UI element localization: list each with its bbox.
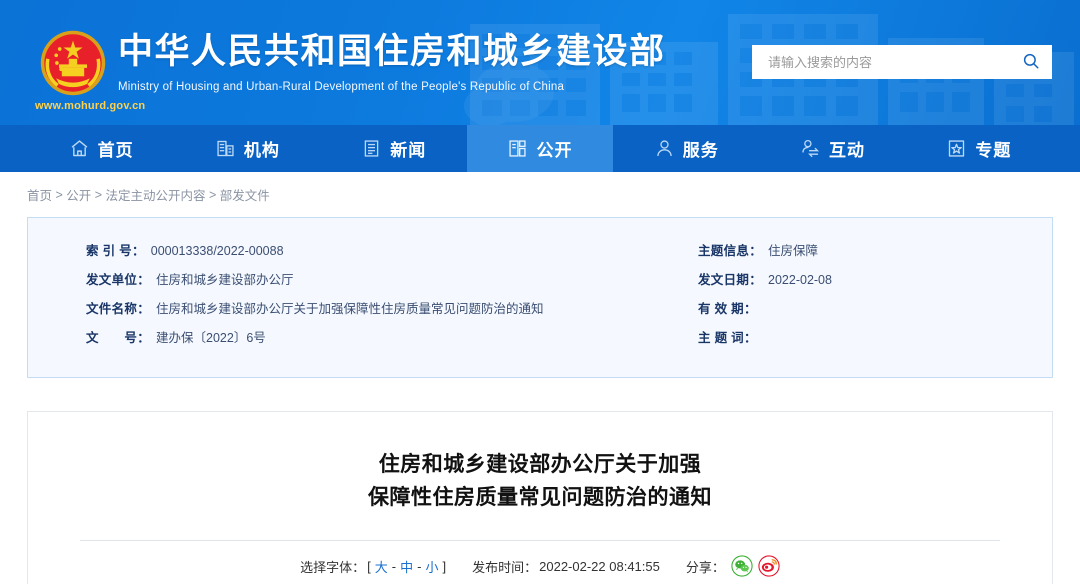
site-brand: 中华人民共和国住房和城乡建设部 Ministry of Housing and … [118,30,666,96]
page-title-line-1: 住房和城乡建设部办公厅关于加强 [28,448,1052,481]
weibo-share-icon[interactable] [758,555,780,577]
breadcrumb-item-3[interactable]: 部发文件 [220,185,270,204]
nav-item-news[interactable]: 新闻 [321,125,467,172]
meta-row: 文件名称： 住房和城乡建设部办公厅关于加强保障性住房质量常见问题防治的通知 [86,298,698,327]
font-size-large-link[interactable]: 大 [373,557,390,576]
site-title-cn: 中华人民共和国住房和城乡建设部 [118,30,666,74]
search-icon [1022,52,1040,73]
nav-label: 新闻 [390,136,426,161]
font-size-dash: - [417,559,421,574]
meta-value-file-name: 住房和城乡建设部办公厅关于加强保障性住房质量常见问题防治的通知 [156,298,544,317]
meta-row: 索 引 号： 000013338/2022-00088 [86,240,698,269]
meta-row: 主题信息： 住房保障 [698,240,1010,269]
site-title-en: Ministry of Housing and Urban-Rural Deve… [118,78,666,96]
site-header-banner: 中华人民共和国住房和城乡建设部 Ministry of Housing and … [0,0,1080,125]
news-icon [361,138,382,159]
breadcrumb-separator: > [91,188,105,202]
meta-value-issuing-unit: 住房和城乡建设部办公厅 [156,269,294,288]
nav-item-organization[interactable]: 机构 [174,125,320,172]
nav-label: 机构 [244,136,280,161]
meta-label-issuing-unit: 发文单位： [86,269,150,288]
breadcrumb-item-2[interactable]: 法定主动公开内容 [106,185,206,204]
meta-row: 主 题 词： [698,327,1010,356]
meta-value-topic-info: 住房保障 [768,240,818,259]
person-service-icon [654,138,675,159]
bracket-close: ] [443,559,447,574]
search-box[interactable] [752,45,1052,79]
nav-label: 首页 [98,136,134,161]
meta-label-topic-info: 主题信息： [698,240,762,259]
meta-row: 发文日期： 2022-02-08 [698,269,1010,298]
home-icon [69,138,90,159]
page-title-line-2: 保障性住房质量常见问题防治的通知 [28,481,1052,514]
main-navigation: 首页 机构 新闻 [0,125,1080,172]
building-icon [215,138,236,159]
meta-value-issue-date: 2022-02-08 [768,273,832,287]
document-metadata-card: 索 引 号： 000013338/2022-00088 主题信息： 住房保障 发… [27,217,1053,378]
nav-label: 服务 [683,136,719,161]
font-size-label: 选择字体： [300,557,365,576]
share-block: 分享： [686,555,780,577]
breadcrumb-item-0[interactable]: 首页 [27,185,52,204]
font-size-medium-link[interactable]: 中 [398,557,415,576]
meta-row: 有 效 期： [698,298,1010,327]
breadcrumb-item-1[interactable]: 公开 [66,185,91,204]
national-emblem-icon [38,28,108,98]
interaction-icon [800,138,821,159]
font-size-selector: 选择字体： [ 大 - 中 - 小 ] [300,557,446,576]
meta-label-valid-period: 有 效 期： [698,298,757,317]
nav-item-open[interactable]: 公开 [467,125,613,172]
search-button[interactable] [1018,49,1044,75]
nav-label: 公开 [536,136,572,161]
publish-time-label: 发布时间： [472,557,537,576]
star-topic-icon [946,138,967,159]
publish-time-block: 发布时间： 2022-02-22 08:41:55 [472,557,660,576]
nav-label: 专题 [975,136,1011,161]
title-divider [80,540,1000,541]
page-title: 住房和城乡建设部办公厅关于加强 保障性住房质量常见问题防治的通知 [28,448,1052,514]
nav-item-service[interactable]: 服务 [613,125,759,172]
bracket-open: [ [367,559,371,574]
meta-label-document-number: 文 号： [86,327,150,346]
article-toolbar: 选择字体： [ 大 - 中 - 小 ] 发布时间： 2022-02-22 08:… [28,555,1052,577]
meta-label-issue-date: 发文日期： [698,269,762,288]
breadcrumb-separator: > [52,188,66,202]
font-size-dash: - [392,559,396,574]
nav-item-home[interactable]: 首页 [28,125,174,172]
share-label: 分享： [686,557,725,576]
breadcrumb-separator: > [206,188,220,202]
article-card: 住房和城乡建设部办公厅关于加强 保障性住房质量常见问题防治的通知 选择字体： [… [27,411,1053,584]
meta-label-index-number: 索 引 号： [86,240,145,259]
open-document-icon [507,138,528,159]
wechat-share-icon[interactable] [731,555,753,577]
nav-item-topic[interactable]: 专题 [906,125,1052,172]
meta-row: 文 号： 建办保〔2022〕6号 [86,327,698,356]
nav-item-interaction[interactable]: 互动 [759,125,905,172]
search-input[interactable] [766,54,1018,71]
meta-row: 发文单位： 住房和城乡建设部办公厅 [86,269,698,298]
breadcrumb: 首页 > 公开 > 法定主动公开内容 > 部发文件 [0,172,1080,217]
meta-label-file-name: 文件名称： [86,298,150,317]
site-url: www.mohurd.gov.cn [35,100,145,112]
publish-time-value: 2022-02-22 08:41:55 [539,559,660,574]
meta-value-document-number: 建办保〔2022〕6号 [156,327,266,346]
meta-label-keywords: 主 题 词： [698,327,757,346]
meta-value-index-number: 000013338/2022-00088 [151,244,284,258]
font-size-small-link[interactable]: 小 [423,557,440,576]
nav-label: 互动 [829,136,865,161]
